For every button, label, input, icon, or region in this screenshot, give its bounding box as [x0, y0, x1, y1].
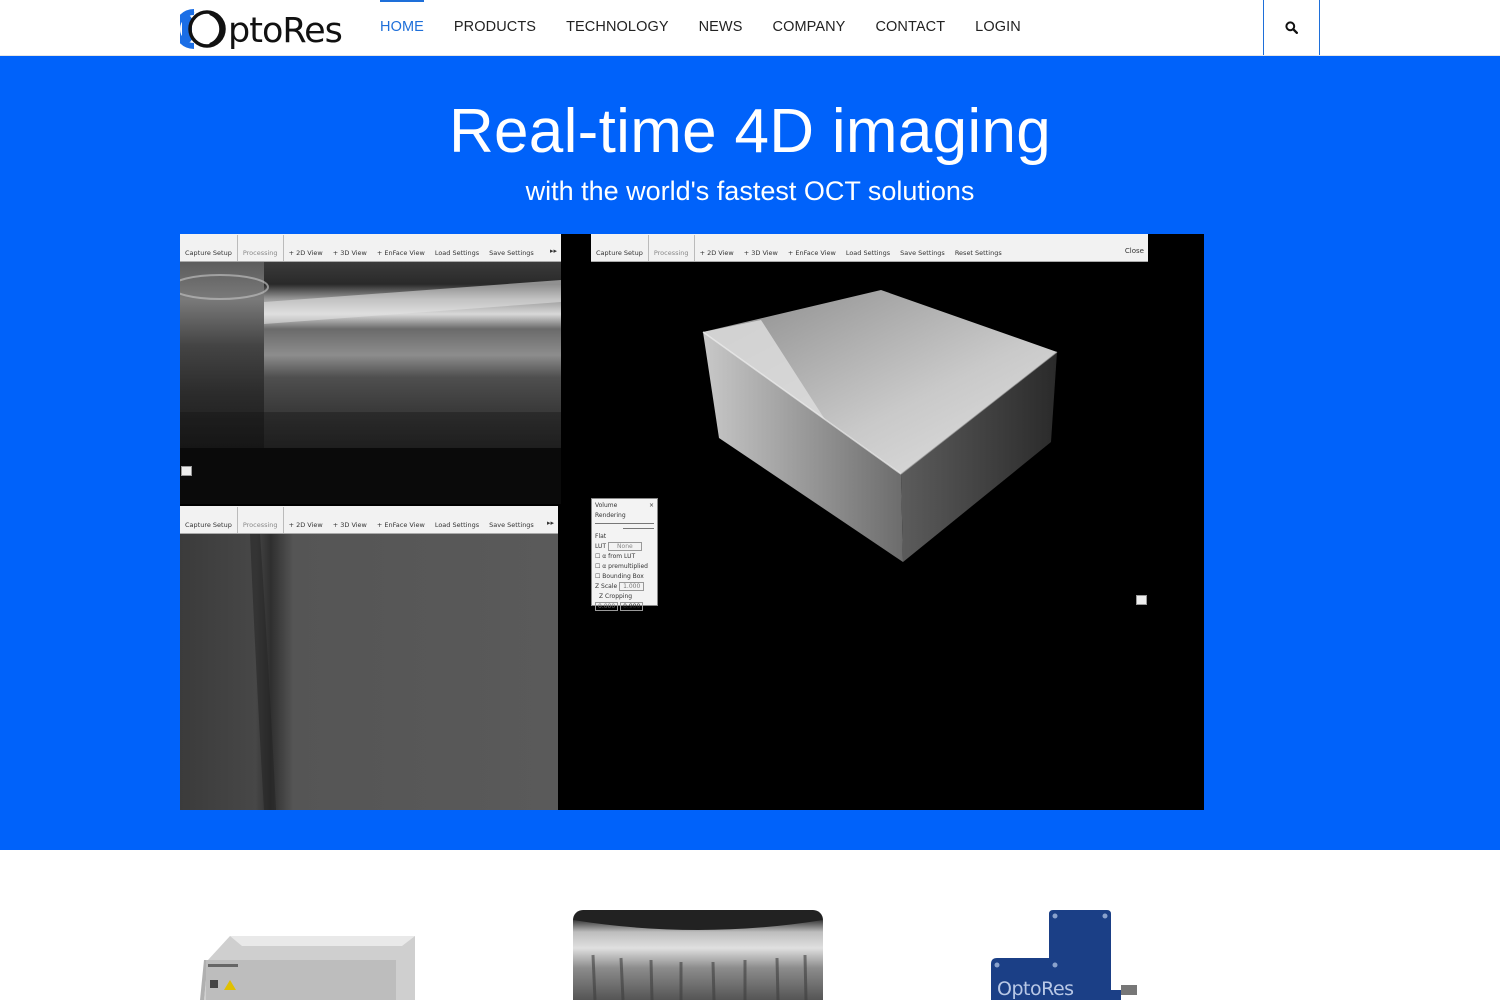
- bscan-image: [180, 262, 561, 504]
- vr-zcrop-row: Z Cropping: [599, 593, 633, 600]
- volume-rendering-dialog: Volume Rendering × Flat LUT None ☐ α from…: [591, 498, 658, 611]
- site-header: ptoRes HOME PRODUCTS TECHNOLOGY NEWS COM…: [0, 0, 1500, 56]
- panel-corner-icon: [181, 466, 192, 476]
- more-arrows-icon: ▸▸: [546, 519, 554, 527]
- capture-setup-tool: Capture Setup: [596, 249, 643, 257]
- nav-technology[interactable]: TECHNOLOGY: [566, 0, 669, 55]
- load-settings-tool: Load Settings: [845, 249, 891, 257]
- processing-tool: Processing: [653, 249, 689, 257]
- panel-corner-icon: [1136, 595, 1147, 605]
- bscan-panel: Capture Setup Processing + 2D View + 3D …: [180, 234, 561, 504]
- volume-3d-panel: Capture Setup Processing + 2D View + 3D …: [591, 234, 1148, 810]
- save-settings-tool: Save Settings: [489, 521, 534, 529]
- enface-view-tool: + EnFace View: [787, 249, 836, 257]
- view-2d-tool: + 2D View: [288, 521, 323, 529]
- vr-lut-row: LUT None: [595, 542, 654, 552]
- vr-alpha-premult-row: ☐ α premultiplied: [595, 563, 648, 570]
- oct-system-device-image: [200, 936, 415, 1000]
- enface-panel: Capture Setup Processing + 2D View + 3D …: [180, 506, 558, 810]
- product-optores-module[interactable]: OptoRes: [985, 910, 1145, 1000]
- capture-setup-tool: Capture Setup: [185, 249, 232, 257]
- panel-toolbar: Capture Setup Processing + 2D View + 3D …: [591, 234, 1148, 262]
- logo-mark-icon: [180, 9, 226, 49]
- vr-bbox-row: ☐ Bounding Box: [595, 573, 644, 580]
- vr-zcrop-values: 0.000 0.900: [595, 602, 654, 612]
- processing-tool: Processing: [242, 521, 278, 529]
- search-button[interactable]: [1263, 0, 1320, 55]
- nav-login[interactable]: LOGIN: [975, 0, 1021, 55]
- reset-settings-tool: Reset Settings: [954, 249, 1002, 257]
- processing-tool: Processing: [242, 249, 278, 257]
- product-oct-image[interactable]: [573, 910, 823, 1000]
- close-tool: Close: [1124, 247, 1144, 255]
- nav-contact[interactable]: CONTACT: [875, 0, 945, 55]
- hero-subtitle: with the world's fastest OCT solutions: [525, 176, 975, 206]
- more-arrows-icon: ▸▸: [549, 247, 557, 255]
- view-3d-tool: + 3D View: [743, 249, 778, 257]
- nav-news[interactable]: NEWS: [699, 0, 743, 55]
- vr-title: Volume Rendering ×: [595, 502, 654, 519]
- panel-toolbar: Capture Setup Processing + 2D View + 3D …: [180, 506, 558, 534]
- optores-logo[interactable]: ptoRes: [180, 6, 343, 52]
- vr-zscale-row: Z Scale 1.000: [595, 582, 654, 592]
- nav-home[interactable]: HOME: [380, 0, 424, 55]
- panel-toolbar: Capture Setup Processing + 2D View + 3D …: [180, 234, 561, 262]
- load-settings-tool: Load Settings: [434, 521, 480, 529]
- enface-view-tool: + EnFace View: [376, 249, 425, 257]
- oct-tissue-image: [573, 920, 823, 1000]
- vr-alpha-lut-row: ☐ α from LUT: [595, 553, 636, 560]
- capture-setup-tool: Capture Setup: [185, 521, 232, 529]
- enface-image: [180, 534, 558, 810]
- vr-flat-row: Flat: [595, 533, 607, 540]
- main-nav: HOME PRODUCTS TECHNOLOGY NEWS COMPANY CO…: [380, 0, 1051, 55]
- nav-products[interactable]: PRODUCTS: [454, 0, 536, 55]
- load-settings-tool: Load Settings: [434, 249, 480, 257]
- view-2d-tool: + 2D View: [699, 249, 734, 257]
- logo-text: ptoRes: [228, 10, 343, 51]
- close-icon: ×: [648, 502, 654, 509]
- lut-select: None: [608, 542, 642, 551]
- nav-company[interactable]: COMPANY: [773, 0, 846, 55]
- volume-render-image: [591, 262, 1148, 810]
- hero-title: Real-time 4D imaging: [448, 97, 1052, 166]
- save-settings-tool: Save Settings: [489, 249, 534, 257]
- module-logo-text: OptoRes: [997, 978, 1074, 1000]
- view-2d-tool: + 2D View: [288, 249, 323, 257]
- vr-slider-1: [595, 523, 654, 524]
- products-section: OptoRes: [0, 850, 1500, 1000]
- save-settings-tool: Save Settings: [900, 249, 945, 257]
- product-oct-system[interactable]: [190, 930, 430, 1000]
- view-3d-tool: + 3D View: [332, 521, 367, 529]
- search-icon: [1285, 21, 1298, 34]
- enface-view-tool: + EnFace View: [376, 521, 425, 529]
- hero-banner: Real-time 4D imaging with the world's fa…: [0, 56, 1500, 850]
- oct-software-screenshot: Capture Setup Processing + 2D View + 3D …: [180, 234, 1204, 810]
- view-3d-tool: + 3D View: [332, 249, 367, 257]
- vr-slider-2: [623, 528, 654, 529]
